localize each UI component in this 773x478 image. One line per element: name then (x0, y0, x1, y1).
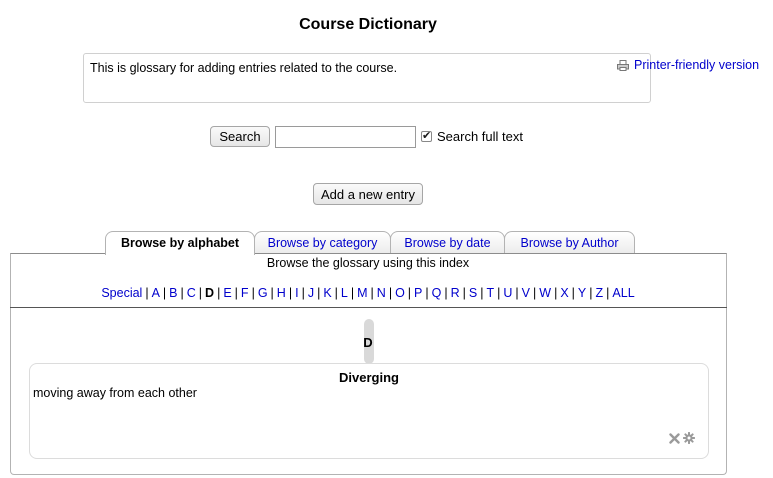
index-link-w[interactable]: W (539, 286, 551, 300)
entry-concept: Diverging (339, 370, 399, 385)
printer-friendly-link[interactable]: Printer-friendly version (617, 58, 759, 72)
add-new-entry-button[interactable]: Add a new entry (313, 183, 423, 205)
search-full-text-label: Search full text (437, 129, 523, 144)
printer-friendly-label: Printer-friendly version (634, 58, 760, 72)
search-full-text-checkbox[interactable] (421, 129, 432, 142)
tab-browse-by-category[interactable]: Browse by category (254, 231, 391, 253)
index-link-a[interactable]: A (152, 286, 160, 300)
search-full-text-option[interactable]: Search full text (421, 129, 523, 144)
index-link-k[interactable]: K (323, 286, 331, 300)
search-button[interactable]: Search (210, 126, 270, 147)
index-link-s[interactable]: S (469, 286, 477, 300)
index-link-n[interactable]: N (377, 286, 386, 300)
index-current-d: D (205, 286, 215, 300)
letter-heading: D (363, 335, 373, 350)
entry-actions (669, 432, 695, 447)
index-link-c[interactable]: C (187, 286, 196, 300)
index-link-r[interactable]: R (451, 286, 460, 300)
index-link-x[interactable]: X (560, 286, 568, 300)
index-link-l[interactable]: L (341, 286, 348, 300)
tab-browse-by-alphabet[interactable]: Browse by alphabet (105, 231, 255, 255)
index-link-i[interactable]: I (295, 286, 298, 300)
glossary-intro-text: This is glossary for adding entries rela… (90, 61, 398, 75)
index-link-t[interactable]: T (487, 286, 495, 300)
index-divider (10, 307, 727, 308)
index-link-e[interactable]: E (223, 286, 231, 300)
glossary-intro-box: This is glossary for adding entries rela… (83, 53, 651, 103)
index-link-h[interactable]: H (277, 286, 286, 300)
index-link-u[interactable]: U (503, 286, 512, 300)
index-link-q[interactable]: Q (432, 286, 442, 300)
index-link-f[interactable]: F (241, 286, 249, 300)
settings-icon[interactable] (683, 432, 695, 447)
index-link-y[interactable]: Y (578, 286, 586, 300)
tab-browse-by-author[interactable]: Browse by Author (504, 231, 635, 253)
entry-definition: moving away from each other (33, 386, 197, 400)
index-link-p[interactable]: P (414, 286, 422, 300)
index-link-o[interactable]: O (395, 286, 405, 300)
index-link-v[interactable]: V (522, 286, 530, 300)
index-link-m[interactable]: M (357, 286, 367, 300)
alphabet-index: Special | A | B | C | D | E | F | G | H | I | J | K | L | M | N | O | P |… (101, 286, 635, 300)
browse-hint: Browse the glossary using this index (266, 256, 470, 270)
index-link-z[interactable]: Z (596, 286, 604, 300)
index-link-special[interactable]: Special (101, 286, 142, 300)
printer-icon (617, 59, 629, 71)
delete-icon[interactable] (669, 432, 680, 447)
index-link-all[interactable]: ALL (612, 286, 634, 300)
index-link-j[interactable]: J (308, 286, 314, 300)
search-input[interactable] (275, 126, 416, 148)
index-link-g[interactable]: G (258, 286, 268, 300)
index-link-b[interactable]: B (169, 286, 177, 300)
tab-browse-by-date[interactable]: Browse by date (390, 231, 505, 253)
page-title: Course Dictionary (299, 16, 437, 33)
